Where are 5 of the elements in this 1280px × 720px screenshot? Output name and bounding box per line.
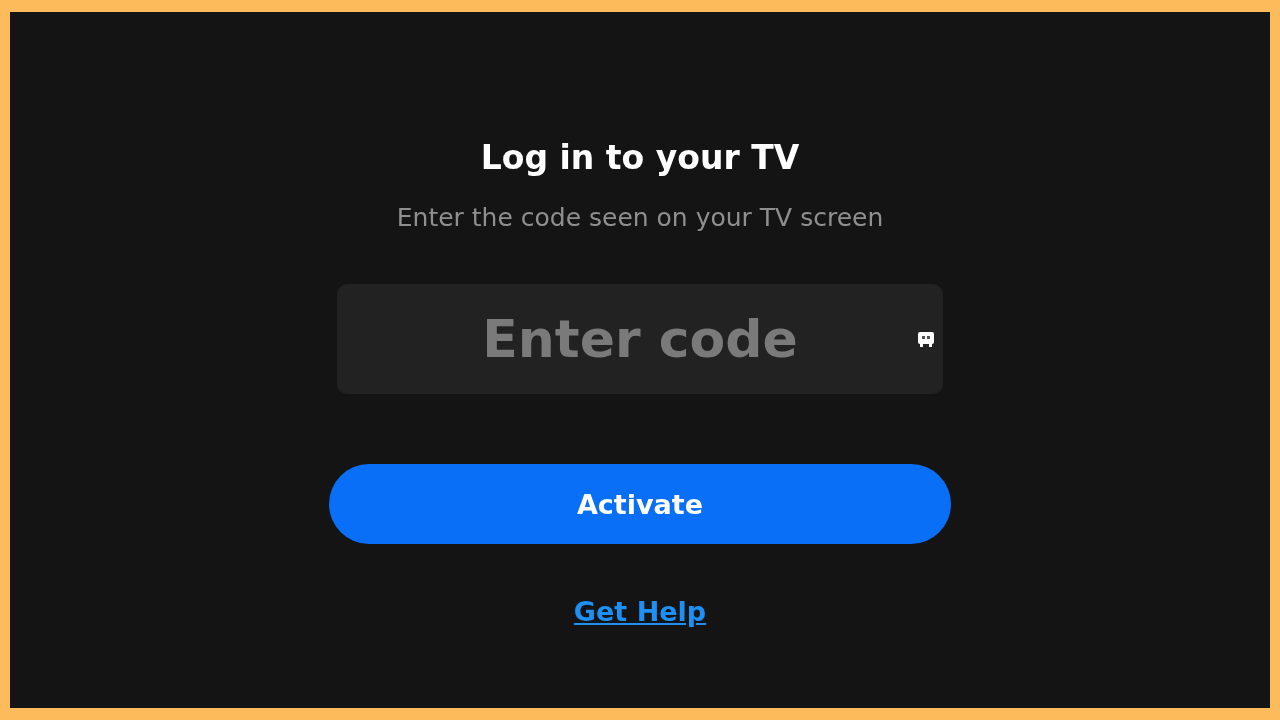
activate-button[interactable]: Activate (329, 464, 951, 544)
help-link[interactable]: Get Help (573, 596, 707, 627)
instruction-text: Enter the code seen on your TV screen (396, 203, 884, 232)
code-field[interactable]: Enter code (337, 284, 943, 394)
page-title: Log in to your TV (480, 138, 800, 177)
